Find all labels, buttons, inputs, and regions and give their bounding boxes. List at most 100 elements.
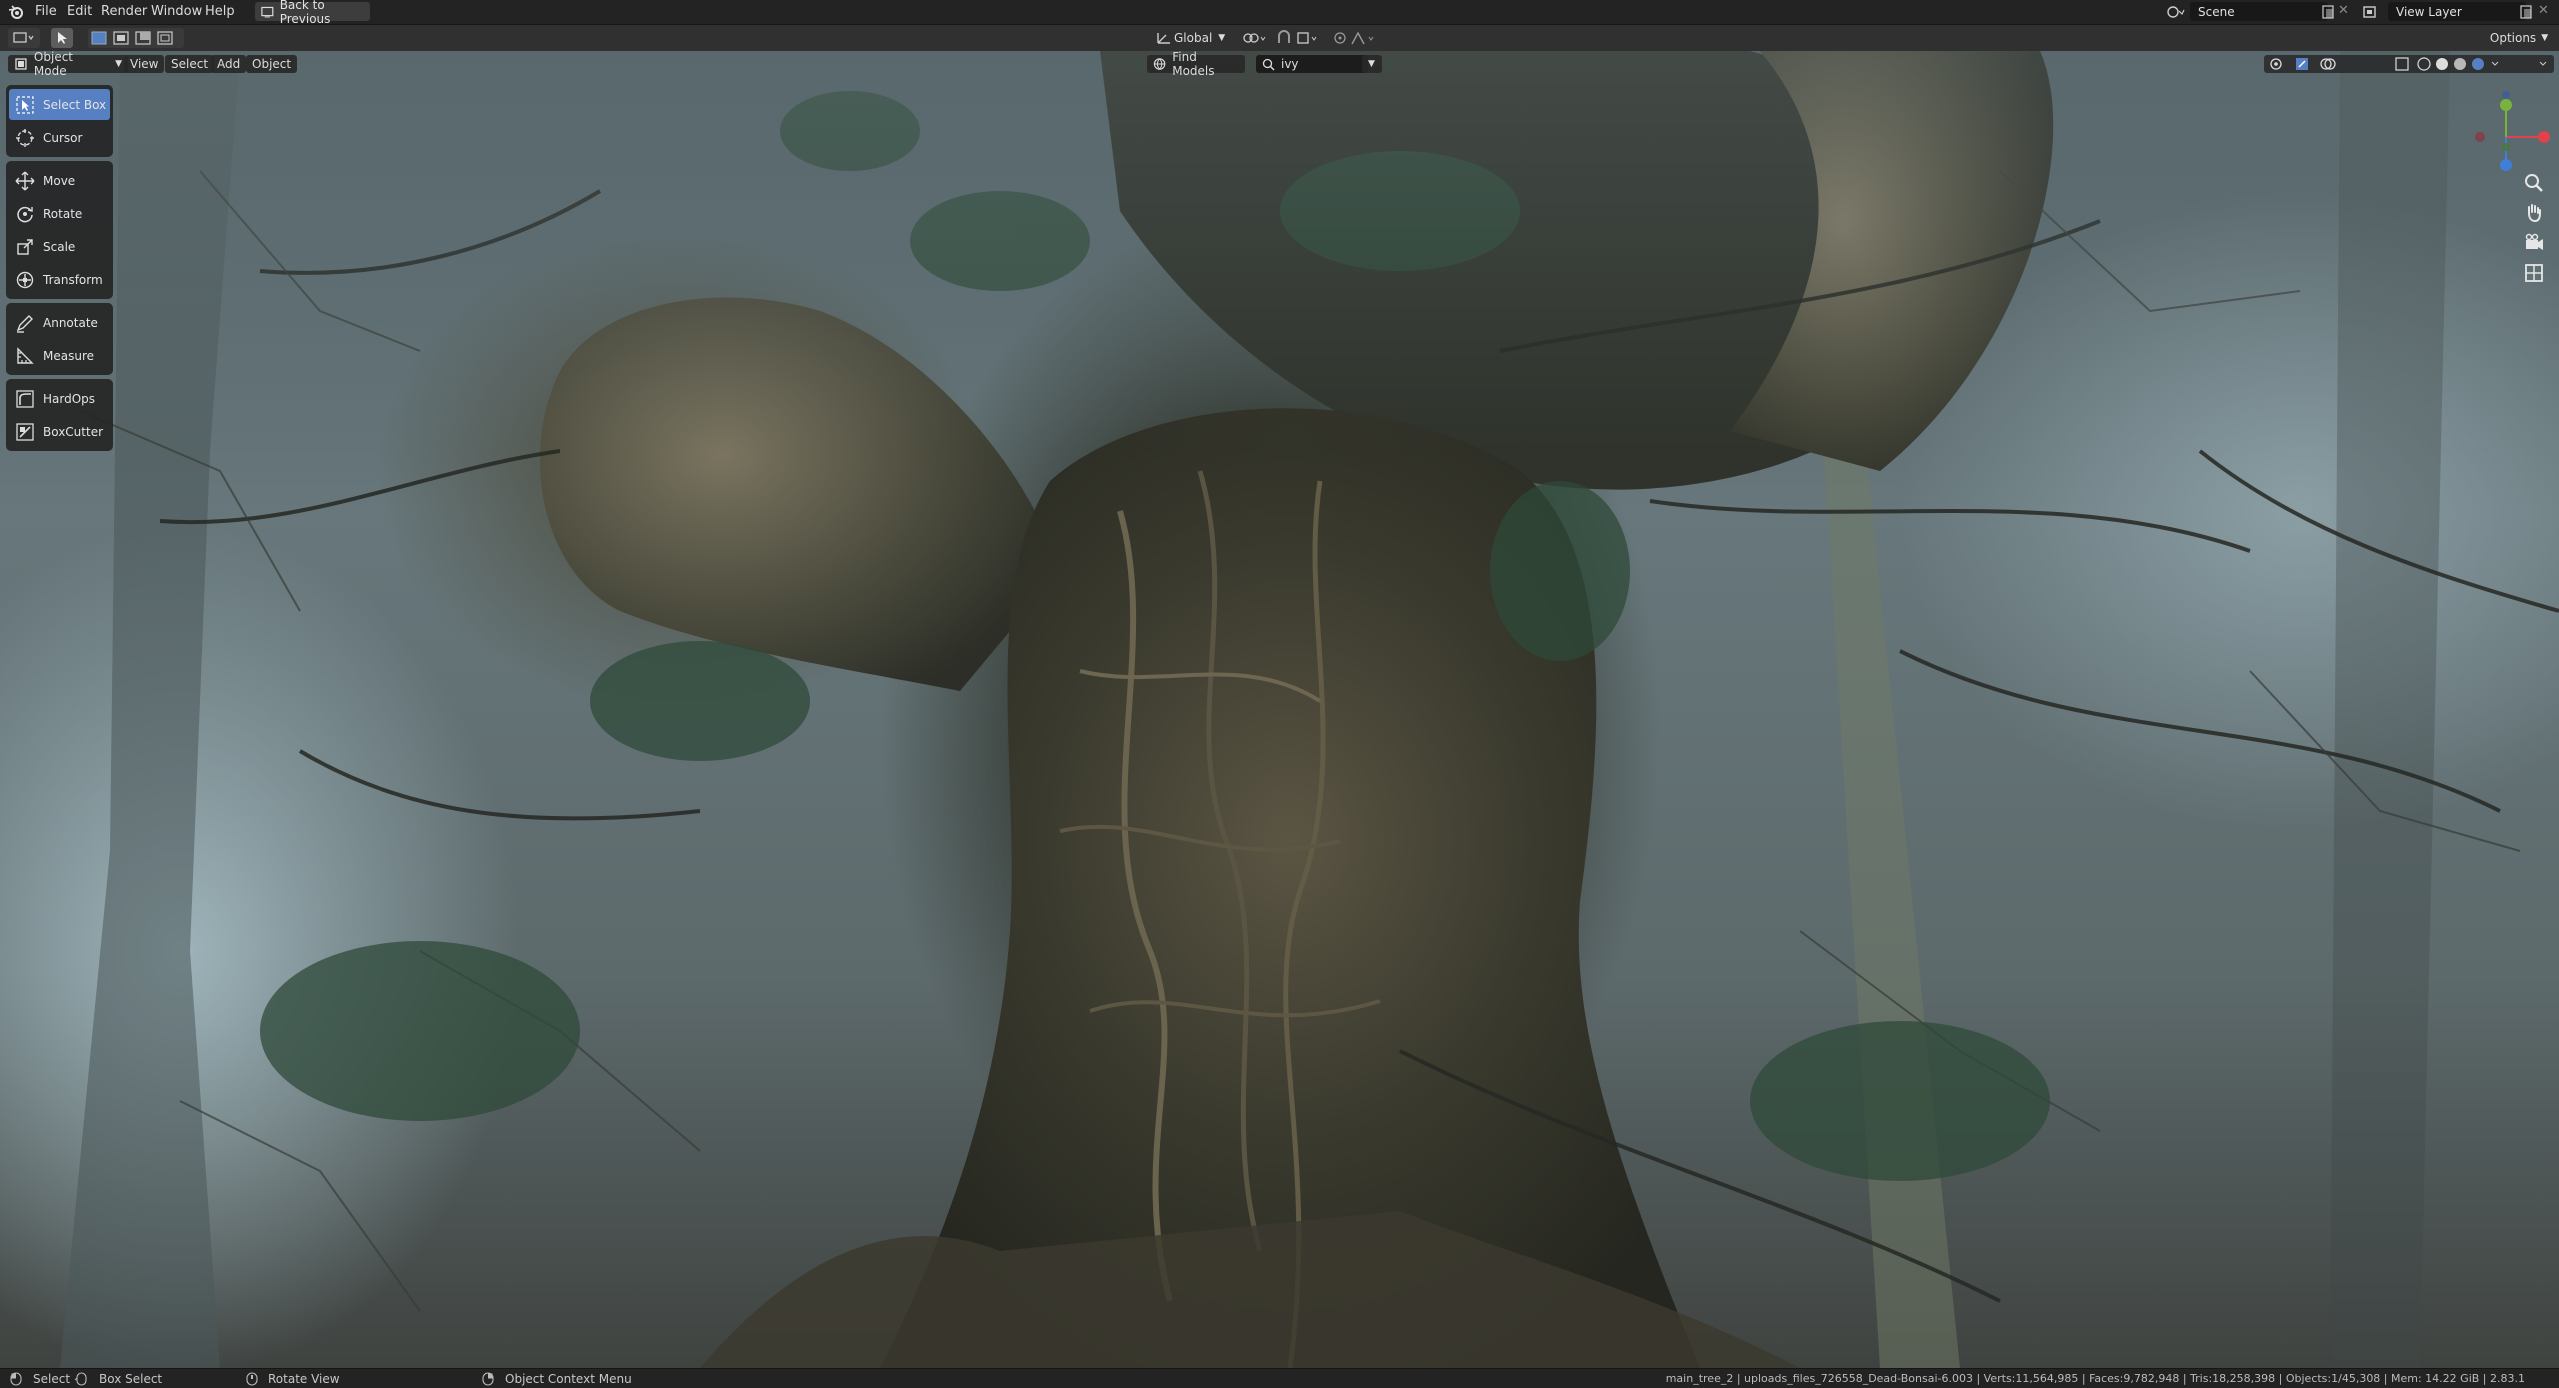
- viewport-display-icons[interactable]: [2264, 55, 2554, 73]
- view-layer-icon[interactable]: [2362, 4, 2384, 20]
- tool-group-select: Select Box Cursor: [6, 85, 113, 157]
- tool-select-box-label: Select Box: [43, 97, 107, 112]
- status-bar: Select Box Select Rotate View Object Con…: [0, 1368, 2559, 1388]
- menu-file[interactable]: File: [35, 4, 57, 19]
- tool-scale-label: Scale: [43, 239, 76, 254]
- status-box-select: Box Select: [99, 1372, 163, 1386]
- viewport-icon: [13, 32, 34, 43]
- tool-move-label: Move: [43, 173, 76, 188]
- select-box-icon: [16, 95, 34, 114]
- tool-transform-label: Transform: [43, 272, 103, 287]
- search-value: ivy: [1281, 57, 1299, 71]
- camera-icon[interactable]: [2522, 231, 2546, 255]
- status-rotate-view: Rotate View: [268, 1372, 340, 1386]
- globe-icon: [1153, 58, 1166, 70]
- options-dropdown[interactable]: Options ▼: [2488, 28, 2550, 48]
- back-to-previous-button[interactable]: Back to Previous: [255, 0, 370, 26]
- selection-mode-group: [88, 28, 184, 48]
- boxcutter-icon: [16, 422, 34, 441]
- annotate-icon: [16, 314, 33, 333]
- 3d-viewport[interactable]: Object Mode ▼ View Select Add Object Fin…: [0, 51, 2559, 1368]
- tool-transform[interactable]: Transform: [9, 264, 110, 295]
- menu-render[interactable]: Render: [101, 4, 147, 19]
- object-mode-label: Object Mode: [33, 51, 74, 78]
- options-label: Options: [2489, 31, 2537, 45]
- scene-field[interactable]: Scene: [2190, 2, 2328, 21]
- tool-move[interactable]: Move: [9, 165, 110, 196]
- object-menu[interactable]: Object: [246, 55, 298, 73]
- view-layer-name: View Layer: [2396, 4, 2462, 19]
- menu-help[interactable]: Help: [205, 4, 235, 19]
- tool-settings-header: Global ▼ Options ▼: [0, 25, 2559, 51]
- add-menu[interactable]: Add: [211, 55, 247, 73]
- scene-name: Scene: [2198, 4, 2235, 19]
- tool-select-box[interactable]: Select Box: [9, 89, 110, 120]
- scene-statistics: main_tree_2 | uploads_files_726558_Dead-…: [1665, 1372, 2525, 1385]
- status-select: Select: [33, 1372, 71, 1386]
- select-menu-label: Select: [171, 57, 209, 71]
- search-options-button[interactable]: ▼: [1362, 55, 1382, 73]
- new-scene-icon[interactable]: [2320, 4, 2336, 20]
- grid-view-icon[interactable]: [2522, 261, 2546, 285]
- tool-cursor[interactable]: Cursor: [9, 122, 110, 153]
- rotate-icon: [17, 206, 33, 222]
- object-mode-dropdown[interactable]: Object Mode ▼: [8, 51, 128, 78]
- chevron-down-icon: ▼: [1368, 59, 1375, 69]
- tool-measure-label: Measure: [43, 348, 94, 363]
- screen-icon: [261, 6, 274, 17]
- select-menu[interactable]: Select: [165, 55, 215, 73]
- search-input[interactable]: ivy: [1256, 55, 1368, 73]
- navigation-gizmo[interactable]: [2460, 91, 2552, 183]
- proportional-editing-icon[interactable]: [1332, 30, 1380, 46]
- tool-scale[interactable]: Scale: [9, 231, 110, 262]
- tool-group-annotate: Annotate Measure: [6, 303, 113, 375]
- transform-icon: [16, 271, 34, 288]
- remove-view-layer-icon[interactable]: ✕: [2538, 3, 2549, 18]
- mouse-right-icon: [482, 1372, 494, 1386]
- zoom-icon[interactable]: [2522, 171, 2546, 195]
- blender-logo-icon[interactable]: [8, 4, 24, 20]
- top-menu-bar: File Edit Render Window Help Back to Pre…: [0, 0, 2559, 26]
- status-context-menu: Object Context Menu: [505, 1372, 632, 1386]
- new-view-layer-icon[interactable]: [2518, 4, 2534, 20]
- object-menu-label: Object: [252, 57, 292, 71]
- chevron-down-icon: ▼: [2541, 33, 2549, 43]
- tool-annotate[interactable]: Annotate: [9, 307, 110, 338]
- editor-type-button[interactable]: [8, 28, 40, 48]
- tool-boxcutter[interactable]: BoxCutter: [9, 416, 110, 447]
- scene-icon[interactable]: [2165, 4, 2185, 20]
- tool-select-button[interactable]: [51, 28, 73, 48]
- tool-hardops[interactable]: HardOps: [9, 383, 110, 414]
- menu-window[interactable]: Window: [151, 4, 202, 19]
- find-models-button[interactable]: Find Models: [1147, 51, 1245, 78]
- selection-mode-icons[interactable]: [90, 30, 182, 46]
- measure-icon: [17, 346, 34, 364]
- tool-hardops-label: HardOps: [43, 391, 96, 406]
- mouse-middle-icon: [246, 1372, 258, 1386]
- remove-scene-icon[interactable]: ✕: [2338, 3, 2349, 18]
- pan-hand-icon[interactable]: [2522, 201, 2546, 225]
- tool-rotate[interactable]: Rotate: [9, 198, 110, 229]
- pivot-point-icon[interactable]: [1242, 30, 1268, 46]
- hardops-icon: [16, 389, 34, 408]
- tool-cursor-label: Cursor: [43, 130, 83, 145]
- toolbar: Select Box Cursor Move Rotate Scale Tran…: [6, 85, 113, 455]
- tool-group-transform: Move Rotate Scale Transform: [6, 161, 113, 299]
- scale-icon: [17, 238, 33, 255]
- orientation-icon: [1157, 33, 1170, 44]
- tool-measure[interactable]: Measure: [9, 340, 110, 371]
- view-menu[interactable]: View: [124, 55, 165, 73]
- add-menu-label: Add: [217, 57, 241, 71]
- snap-icon[interactable]: [1276, 30, 1324, 46]
- chevron-down-icon: ▼: [1218, 33, 1226, 43]
- transform-orientation-label: Global: [1174, 31, 1213, 45]
- rendered-scene-image: [0, 51, 2559, 1368]
- search-icon: [1262, 58, 1275, 71]
- menu-edit[interactable]: Edit: [67, 4, 92, 19]
- tool-group-addons: HardOps BoxCutter: [6, 379, 113, 451]
- cursor-icon: [16, 128, 34, 147]
- view-layer-field[interactable]: View Layer: [2388, 2, 2526, 21]
- object-mode-icon: [15, 58, 27, 70]
- tool-boxcutter-label: BoxCutter: [43, 424, 104, 439]
- transform-orientation-dropdown[interactable]: Global ▼: [1174, 28, 1232, 48]
